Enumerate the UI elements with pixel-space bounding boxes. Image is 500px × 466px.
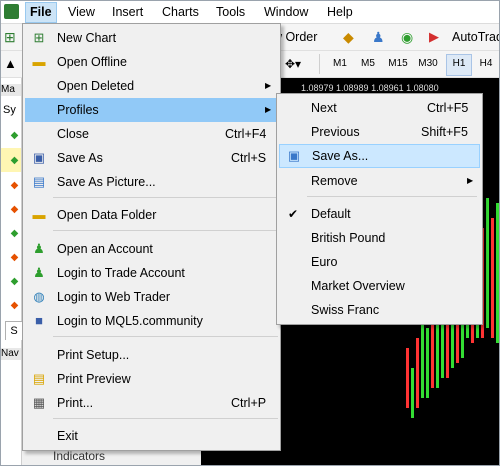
- navigator-header: Nav: [1, 348, 21, 360]
- menu-insert[interactable]: Insert: [108, 4, 147, 21]
- menu-item-exit[interactable]: Exit: [25, 424, 278, 448]
- picture-icon: ▤: [32, 174, 46, 189]
- menu-item-save-as[interactable]: ▣ Save As Ctrl+S: [25, 146, 278, 170]
- timeframe-m5[interactable]: M5: [356, 54, 380, 74]
- account-icon: ♟: [33, 241, 45, 256]
- folder-icon: ▬: [32, 54, 46, 69]
- menu-item-profile-euro[interactable]: Euro: [279, 250, 480, 274]
- print-preview-icon: ▤: [32, 371, 46, 386]
- printer-icon: ▦: [32, 395, 46, 410]
- menu-item-profile-swiss-franc[interactable]: Swiss Franc: [279, 298, 480, 322]
- down-arrow-icon: ◆: [10, 204, 19, 215]
- symbols-tab[interactable]: S: [5, 321, 23, 340]
- profiles-submenu: Next Ctrl+F5 Previous Shift+F5 ▣ Save As…: [276, 93, 483, 325]
- cursor-icon[interactable]: ▲: [4, 54, 20, 74]
- menu-item-login-mql5[interactable]: ■ Login to MQL5.community: [25, 309, 278, 333]
- metaeditor-icon[interactable]: ◆: [343, 27, 359, 47]
- market-watch-panel: Ma Sy ◆ ◆ ◆ ◆ ◆ ◆ ◆ ◆ S Nav: [1, 78, 23, 465]
- up-arrow-icon: ◆: [10, 130, 19, 141]
- shapes-dropdown-icon[interactable]: ✥▾: [285, 54, 309, 74]
- up-arrow-icon: ◆: [10, 228, 19, 239]
- globe-icon: ◍: [33, 289, 45, 304]
- symbol-column-header: Sy: [3, 104, 16, 116]
- down-arrow-icon: ◆: [10, 180, 19, 191]
- up-arrow-icon: ◆: [10, 276, 19, 287]
- submenu-arrow-icon: ▶: [265, 81, 272, 90]
- new-chart-icon: ⊞: [33, 30, 45, 45]
- menu-item-remove-profile[interactable]: Remove ▶: [279, 169, 480, 193]
- timeframe-h1[interactable]: H1: [446, 54, 472, 76]
- menu-item-open-account[interactable]: ♟ Open an Account: [25, 237, 278, 261]
- down-arrow-icon: ◆: [10, 252, 19, 263]
- menu-item-profile-default[interactable]: ✔ Default: [279, 202, 480, 226]
- submenu-arrow-icon: ▶: [265, 105, 272, 114]
- navigator-indicators[interactable]: Indicators: [53, 449, 105, 463]
- up-arrow-icon: ◆: [10, 155, 19, 166]
- timeframe-m15[interactable]: M15: [386, 54, 410, 74]
- folder-icon: ▬: [32, 207, 46, 222]
- menu-item-close[interactable]: Close Ctrl+F4: [25, 122, 278, 146]
- down-arrow-icon: ◆: [10, 300, 19, 311]
- menu-item-profiles[interactable]: Profiles ▶: [25, 98, 278, 122]
- menu-help[interactable]: Help: [323, 4, 357, 21]
- menu-item-print-preview[interactable]: ▤ Print Preview: [25, 367, 278, 391]
- menu-item-open-deleted[interactable]: Open Deleted ▶: [25, 74, 278, 98]
- file-menu: ⊞ New Chart ▬ Open Offline Open Deleted …: [22, 23, 281, 451]
- menu-item-previous-profile[interactable]: Previous Shift+F5: [279, 120, 480, 144]
- submenu-arrow-icon: ▶: [467, 176, 474, 185]
- save-profile-icon: ▣: [287, 148, 301, 163]
- login-icon: ♟: [33, 265, 45, 280]
- menu-item-next-profile[interactable]: Next Ctrl+F5: [279, 96, 480, 120]
- mql5-icon: ■: [35, 313, 43, 328]
- autotrading-button[interactable]: AutoTrad: [452, 27, 499, 47]
- menu-file[interactable]: File: [25, 2, 57, 23]
- menu-item-save-as-picture[interactable]: ▤ Save As Picture...: [25, 170, 278, 194]
- menu-item-save-profile-as[interactable]: ▣ Save As...: [279, 144, 480, 168]
- timeframe-m1[interactable]: M1: [328, 54, 352, 74]
- menu-item-profile-british-pound[interactable]: British Pound: [279, 226, 480, 250]
- autotrading-icon[interactable]: ▶: [429, 27, 447, 47]
- menu-view[interactable]: View: [64, 4, 99, 21]
- new-chart-tool-icon[interactable]: ⊞: [4, 27, 22, 47]
- terminal-window: File View Insert Charts Tools Window Hel…: [0, 0, 500, 466]
- checkmark-icon: ✔: [287, 207, 299, 221]
- menu-window[interactable]: Window: [260, 4, 312, 21]
- signals-icon[interactable]: ◉: [401, 27, 417, 47]
- floppy-icon: ▣: [32, 150, 46, 165]
- menu-bar: File View Insert Charts Tools Window Hel…: [1, 1, 499, 24]
- menu-item-print[interactable]: ▦ Print... Ctrl+P: [25, 391, 278, 415]
- menu-item-login-web-trader[interactable]: ◍ Login to Web Trader: [25, 285, 278, 309]
- menu-charts[interactable]: Charts: [158, 4, 203, 21]
- accounts-icon[interactable]: ♟: [372, 27, 388, 47]
- menu-item-print-setup[interactable]: Print Setup...: [25, 343, 278, 367]
- chart-price-header: 1.08979 1.08989 1.08961 1.08080: [301, 83, 439, 93]
- menu-tools[interactable]: Tools: [212, 4, 249, 21]
- menu-item-new-chart[interactable]: ⊞ New Chart: [25, 26, 278, 50]
- market-watch-header: Ma: [1, 84, 21, 96]
- menu-item-open-offline[interactable]: ▬ Open Offline: [25, 50, 278, 74]
- menu-item-open-data-folder[interactable]: ▬ Open Data Folder: [25, 203, 278, 227]
- app-icon[interactable]: [4, 4, 19, 19]
- timeframe-m30[interactable]: M30: [416, 54, 440, 74]
- menu-item-login-trade-account[interactable]: ♟ Login to Trade Account: [25, 261, 278, 285]
- timeframe-h4[interactable]: H4: [474, 54, 498, 74]
- menu-item-profile-market-overview[interactable]: Market Overview: [279, 274, 480, 298]
